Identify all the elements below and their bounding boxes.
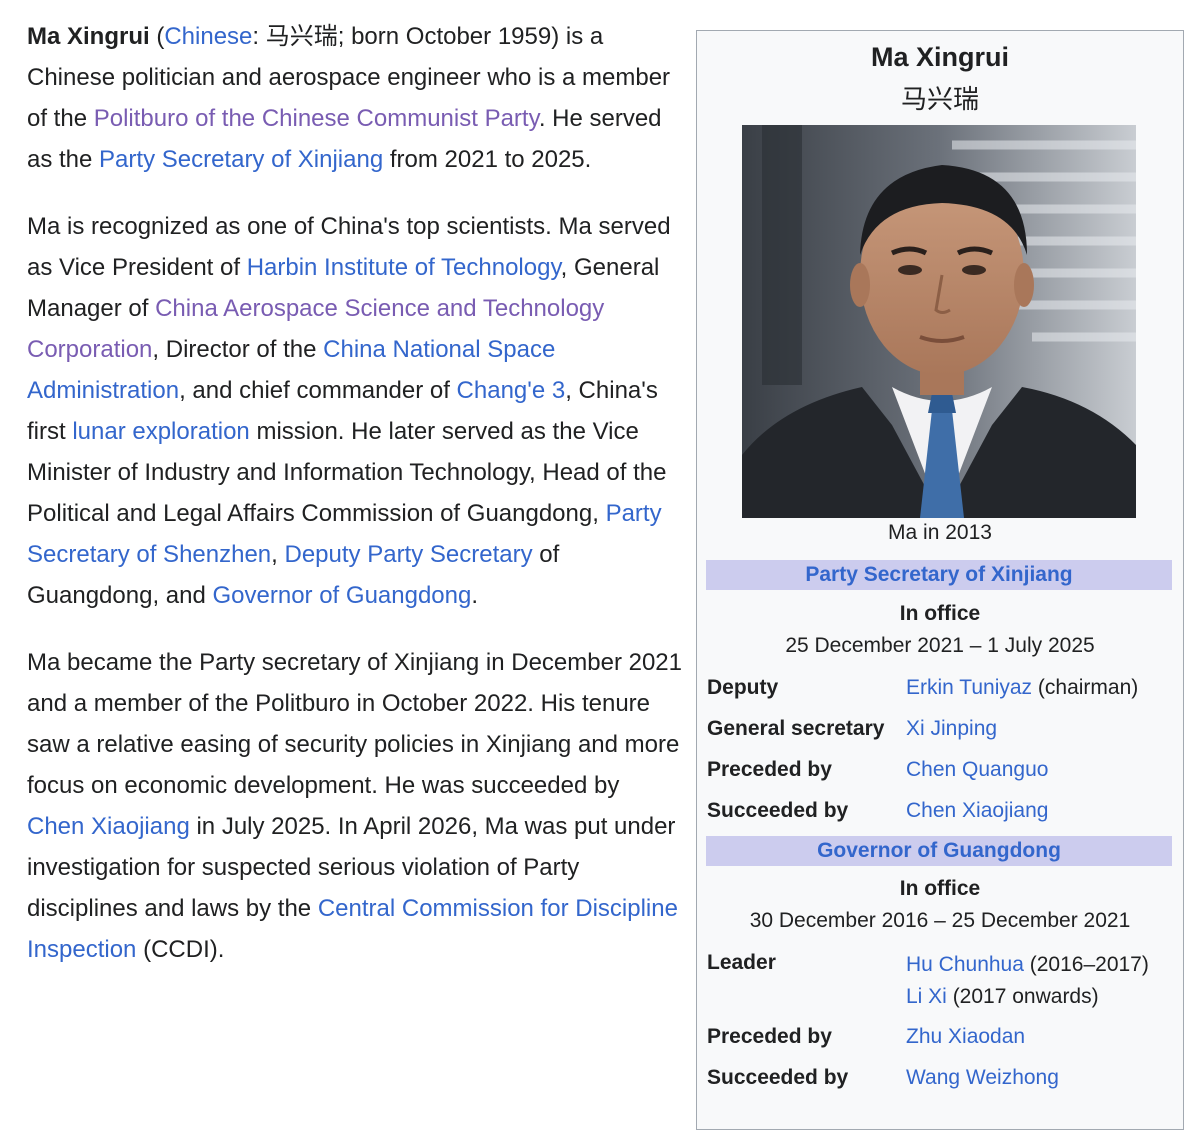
infobox-name: Ma Xingrui: [870, 42, 1009, 72]
article-body: Ma Xingrui (Chinese: 马兴瑞; born October 1…: [27, 16, 682, 996]
link-change-3[interactable]: Chang'e 3: [457, 377, 566, 404]
link-xi-jinping[interactable]: Xi Jinping: [906, 717, 997, 740]
link-erkin-tuniyaz[interactable]: Erkin Tuniyaz: [906, 676, 1032, 699]
text: .: [471, 582, 479, 609]
link-harbin-institute[interactable]: Harbin Institute of Technology: [247, 254, 561, 281]
row-value: Chen Xiaojiang: [906, 797, 1048, 825]
leader-line-2: Li Xi (2017 onwards): [906, 981, 1149, 1013]
link-chen-xiaojiang-infobox[interactable]: Chen Xiaojiang: [906, 799, 1048, 822]
row-value: Erkin Tuniyaz (chairman): [906, 674, 1138, 702]
row-label: General secretary: [707, 717, 885, 740]
link-politburo[interactable]: Politburo of the Chinese Communist Party: [94, 105, 539, 132]
link-chinese[interactable]: Chinese: [164, 23, 252, 50]
text: (CCDI).: [136, 936, 225, 963]
paragraph-1: Ma Xingrui (Chinese: 马兴瑞; born October 1…: [27, 16, 682, 180]
office-term: 30 December 2016 – 25 December 2021: [749, 909, 1131, 932]
row-label: Leader: [707, 951, 776, 974]
row-suffix: (chairman): [1032, 676, 1139, 699]
row-label: Deputy: [707, 676, 779, 699]
link-governor-guangdong[interactable]: Governor of Guangdong: [213, 582, 472, 609]
leader-line-1: Hu Chunhua (2016–2017): [906, 949, 1149, 981]
portrait-photo[interactable]: [742, 125, 1136, 518]
photo-caption: Ma in 2013: [888, 521, 992, 544]
row-suffix: (2017 onwards): [946, 985, 1099, 1008]
row-label: Preceded by: [707, 1025, 832, 1048]
paragraph-3: Ma became the Party secretary of Xinjian…: [27, 642, 682, 970]
link-li-xi[interactable]: Li Xi: [906, 985, 947, 1008]
link-office-party-secretary-xinjiang[interactable]: Party Secretary of Xinjiang: [805, 563, 1072, 586]
portrait-illustration: [742, 125, 1136, 518]
text: from 2021 to 2025.: [383, 146, 592, 173]
row-label: Succeeded by: [707, 1066, 849, 1089]
link-wang-weizhong[interactable]: Wang Weizhong: [906, 1066, 1059, 1089]
link-chen-xiaojiang[interactable]: Chen Xiaojiang: [27, 813, 190, 840]
text: , and chief commander of: [179, 377, 457, 404]
row-value: Wang Weizhong: [906, 1064, 1059, 1092]
link-zhu-xiaodan[interactable]: Zhu Xiaodan: [906, 1025, 1025, 1048]
row-value: Chen Quanguo: [906, 756, 1048, 784]
in-office-label: In office: [899, 877, 981, 900]
infobox-native-name: 马兴瑞: [900, 84, 979, 114]
office-term: 25 December 2021 – 1 July 2025: [785, 634, 1095, 657]
infobox: Ma Xingrui 马兴瑞 Ma in 2013 Party Secretar…: [696, 30, 1184, 1130]
text: Ma became the Party secretary of Xinjian…: [27, 649, 682, 799]
text: ,: [271, 541, 285, 568]
link-hu-chunhua[interactable]: Hu Chunhua: [906, 953, 1024, 976]
row-value: Zhu Xiaodan: [906, 1023, 1025, 1051]
row-label: Preceded by: [707, 758, 832, 781]
subject-name: Ma Xingrui: [27, 23, 150, 50]
row-suffix: (2016–2017): [1023, 953, 1149, 976]
link-party-secretary-xinjiang[interactable]: Party Secretary of Xinjiang: [99, 146, 383, 173]
link-deputy-party-secretary[interactable]: Deputy Party Secretary: [285, 541, 533, 568]
office-header-xinjiang: Party Secretary of Xinjiang: [706, 560, 1172, 590]
row-value: Xi Jinping: [906, 715, 997, 743]
row-label: Succeeded by: [707, 799, 849, 822]
link-chen-quanguo[interactable]: Chen Quanguo: [906, 758, 1048, 781]
text: , Director of the: [152, 336, 324, 363]
row-value: Hu Chunhua (2016–2017) Li Xi (2017 onwar…: [906, 949, 1149, 1013]
paragraph-2: Ma is recognized as one of China's top s…: [27, 206, 682, 616]
office-header-guangdong: Governor of Guangdong: [706, 836, 1172, 866]
link-lunar-exploration[interactable]: lunar exploration: [72, 418, 249, 445]
text: (: [149, 23, 165, 50]
in-office-label: In office: [899, 602, 981, 625]
link-office-governor-guangdong[interactable]: Governor of Guangdong: [817, 839, 1061, 862]
